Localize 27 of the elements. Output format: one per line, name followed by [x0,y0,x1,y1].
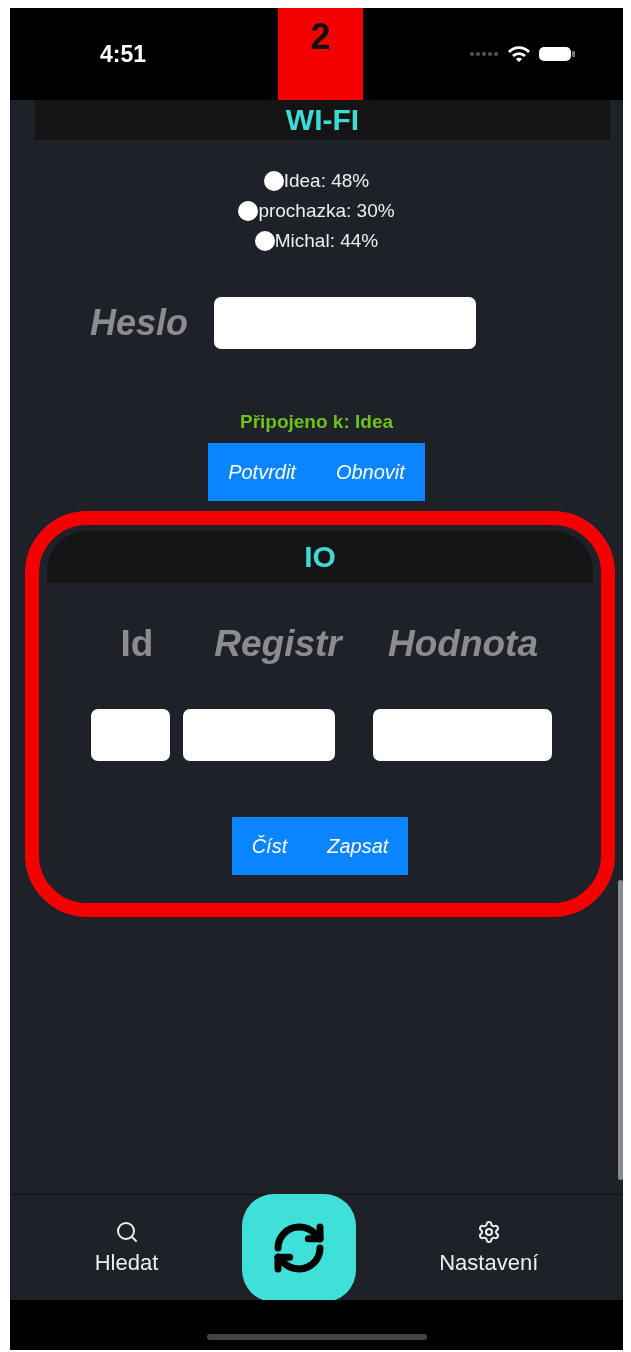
section-title: WI-FI [285,103,360,137]
radio-icon [254,231,275,251]
network-option[interactable]: Idea: 48% [263,170,370,192]
battery-icon [539,46,575,62]
settings-icon [476,1219,501,1244]
network-option[interactable]: Michal: 44% [254,230,379,252]
value-field[interactable] [373,709,552,761]
search-icon [114,1219,139,1244]
value-field[interactable] [91,709,170,761]
column-heading: Registr [214,623,342,665]
column-heading: Id [120,623,154,665]
value-field[interactable] [183,709,335,761]
radio-icon [263,171,284,191]
network-option[interactable]: prochazka: 30% [238,200,395,222]
password-label: Heslo [90,302,189,344]
connection-status: Připojeno k: Idea [238,411,395,433]
annotation-badge: 2 [278,8,363,100]
status-time: 4:51 [100,40,147,68]
sync-button[interactable] [241,1193,356,1302]
search-tab[interactable]: Hledat [88,1218,165,1277]
section-title: IO [304,540,336,574]
settings-tab[interactable]: Nastavení [433,1218,545,1277]
signal-icon [469,51,499,57]
wifi-icon [507,45,531,63]
password-field[interactable] [214,297,477,349]
radio-icon [238,201,259,221]
column-heading: Hodnota [388,623,538,665]
